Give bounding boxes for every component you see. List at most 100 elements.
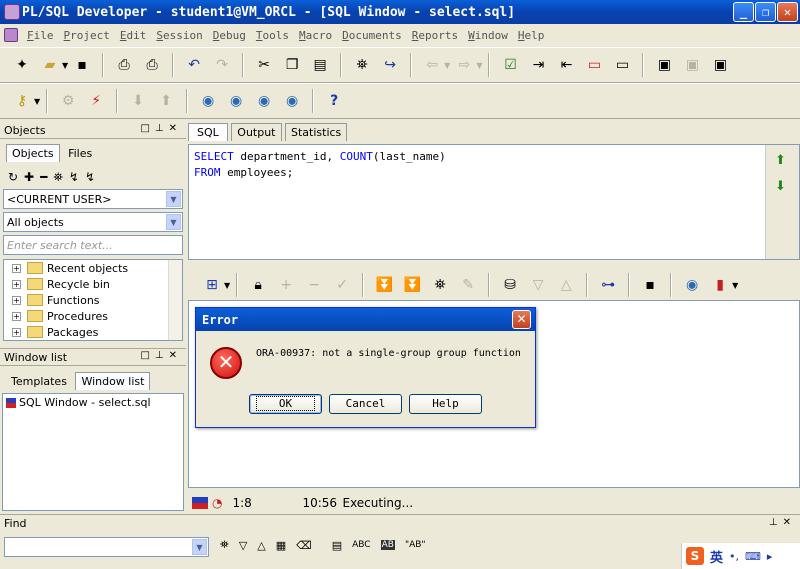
fetch-last-icon[interactable]: ⏬ <box>400 273 424 297</box>
find-binoculars-icon[interactable]: ⛯ <box>428 273 452 297</box>
redo-icon[interactable]: ↷ <box>210 53 234 77</box>
chevron-down-icon[interactable]: ▼ <box>166 214 181 230</box>
commit-icon[interactable]: ⬇ <box>126 89 150 113</box>
punctuation-icon[interactable]: •, <box>729 550 739 563</box>
query-by-example-icon[interactable]: ⛁ <box>498 273 522 297</box>
expand-icon[interactable]: + <box>12 263 21 273</box>
arrow-down-disabled-icon[interactable]: ▽ <box>526 273 550 297</box>
match-case-button[interactable]: ABC <box>352 540 370 550</box>
dialog-close-button[interactable]: ✕ <box>512 310 531 329</box>
tab-objects[interactable]: Objects <box>6 144 60 162</box>
object-actions-toolbar[interactable]: ↻✚━⛯↯↯ <box>8 170 101 185</box>
save-icon[interactable]: ▪ <box>638 273 662 297</box>
panel-buttons[interactable]: ⊥✕ <box>769 517 796 528</box>
sql-code[interactable]: SELECT department_id, COUNT(last_name) F… <box>189 145 799 185</box>
expand-icon[interactable]: + <box>12 311 21 321</box>
expand-icon[interactable]: + <box>12 327 21 337</box>
whole-word-button[interactable]: AB <box>380 540 395 550</box>
find-binoculars-icon[interactable]: ⛯ <box>350 53 374 77</box>
tab-window-list[interactable]: Window list <box>75 372 151 390</box>
keyboard-icon[interactable]: ⌨ <box>745 550 761 563</box>
key-icon[interactable]: ⚷ <box>10 89 34 113</box>
panel-buttons[interactable]: □⊥✕ <box>140 123 182 134</box>
cancel-button[interactable]: Cancel <box>329 394 402 414</box>
tree-scrollbar[interactable] <box>168 260 182 340</box>
panel-buttons[interactable]: □⊥✕ <box>140 350 182 361</box>
menu-file[interactable]: File <box>22 29 59 42</box>
tree-item-recycle-bin[interactable]: + Recycle bin <box>4 276 182 292</box>
tab-templates[interactable]: Templates <box>6 373 72 390</box>
find-previous-icon[interactable]: △ <box>257 539 265 552</box>
menu-reports[interactable]: Reports <box>407 29 463 42</box>
arrow-up-disabled-icon[interactable]: △ <box>554 273 578 297</box>
tree-item-packages[interactable]: + Packages <box>4 324 182 340</box>
find-input[interactable]: ▼ <box>4 537 209 557</box>
rollback-icon[interactable]: ⬆ <box>154 89 178 113</box>
tab-sql[interactable]: SQL <box>188 123 228 141</box>
window-list-2-icon[interactable]: ▣ <box>680 53 704 77</box>
sql-editor[interactable]: SELECT department_id, COUNT(last_name) F… <box>188 144 800 260</box>
menu-documents[interactable]: Documents <box>337 29 407 42</box>
filter-combo[interactable]: All objects ▼ <box>3 212 183 232</box>
search-input[interactable]: Enter search text... <box>3 235 183 255</box>
ime-menu-icon[interactable]: ▸ <box>767 550 773 563</box>
ime-language[interactable]: 英 <box>710 547 723 566</box>
fetch-next-icon[interactable]: ⏬ <box>372 273 396 297</box>
menu-macro[interactable]: Macro <box>294 29 337 42</box>
unindent-icon[interactable]: ⇤ <box>554 53 578 77</box>
gear-icon[interactable]: ⚙ <box>56 89 80 113</box>
new-icon[interactable]: ✦ <box>10 53 34 77</box>
arrow-up-icon[interactable]: ⬆ <box>775 153 786 168</box>
window-list-icon[interactable]: ▣ <box>652 53 676 77</box>
new-sql-icon[interactable]: ◉ <box>224 89 248 113</box>
forward-icon[interactable]: ⇨ <box>452 53 476 77</box>
highlight-icon[interactable]: ▦ <box>276 539 286 552</box>
tab-output[interactable]: Output <box>231 123 282 141</box>
menu-session[interactable]: Session <box>151 29 207 42</box>
indent-icon[interactable]: ⇥ <box>526 53 550 77</box>
help-icon[interactable]: ? <box>322 89 346 113</box>
expand-icon[interactable]: + <box>12 295 21 305</box>
erase-icon[interactable]: ⌫ <box>296 539 312 552</box>
sogou-icon[interactable]: S <box>686 547 704 565</box>
undo-icon[interactable]: ↶ <box>182 53 206 77</box>
chart-icon[interactable]: ▮ <box>708 273 732 297</box>
menu-window[interactable]: Window <box>463 29 513 42</box>
add-record-icon[interactable]: + <box>274 273 298 297</box>
uncomment-icon[interactable]: ▭ <box>610 53 634 77</box>
regex-button[interactable]: "AB" <box>405 540 426 550</box>
maximize-button[interactable]: ❐ <box>755 2 776 22</box>
menu-debug[interactable]: Debug <box>208 29 251 42</box>
chevron-down-icon[interactable]: ▼ <box>224 281 230 290</box>
chevron-down-icon[interactable]: ▼ <box>34 97 40 106</box>
find-next-icon[interactable]: ▽ <box>239 539 247 552</box>
test-window-icon[interactable]: ◉ <box>280 89 304 113</box>
replace-icon[interactable]: ↪ <box>378 53 402 77</box>
tab-statistics[interactable]: Statistics <box>285 123 348 141</box>
tree-item-functions[interactable]: + Functions <box>4 292 182 308</box>
find-binoculars-icon[interactable]: ⛯ <box>220 538 229 552</box>
explain-plan-icon[interactable]: ⊶ <box>596 273 620 297</box>
window-list-item[interactable]: SQL Window - select.sql <box>6 396 180 409</box>
delete-record-icon[interactable]: − <box>302 273 326 297</box>
chevron-down-icon[interactable]: ▼ <box>444 61 450 70</box>
ok-button[interactable]: OK <box>249 394 322 414</box>
tree-item-recent-objects[interactable]: + Recent objects <box>4 260 182 276</box>
clear-icon[interactable]: ✎ <box>456 273 480 297</box>
print-icon[interactable]: ⎙ <box>112 53 136 77</box>
selection-icon[interactable]: ▤ <box>332 539 342 552</box>
menu-help[interactable]: Help <box>513 29 550 42</box>
cut-icon[interactable]: ✂ <box>252 53 276 77</box>
minimize-button[interactable]: _ <box>733 2 754 22</box>
back-icon[interactable]: ⇦ <box>420 53 444 77</box>
document-icon[interactable] <box>4 28 18 42</box>
help-button[interactable]: Help <box>409 394 482 414</box>
sql-window-icon[interactable]: ◉ <box>196 89 220 113</box>
post-icon[interactable]: ✓ <box>330 273 354 297</box>
chevron-down-icon[interactable]: ▼ <box>166 191 181 207</box>
expand-icon[interactable]: + <box>12 279 21 289</box>
chevron-down-icon[interactable]: ▼ <box>62 61 68 70</box>
arrow-down-icon[interactable]: ⬇ <box>775 179 786 194</box>
comment-icon[interactable]: ▭ <box>582 53 606 77</box>
menu-edit[interactable]: Edit <box>115 29 152 42</box>
